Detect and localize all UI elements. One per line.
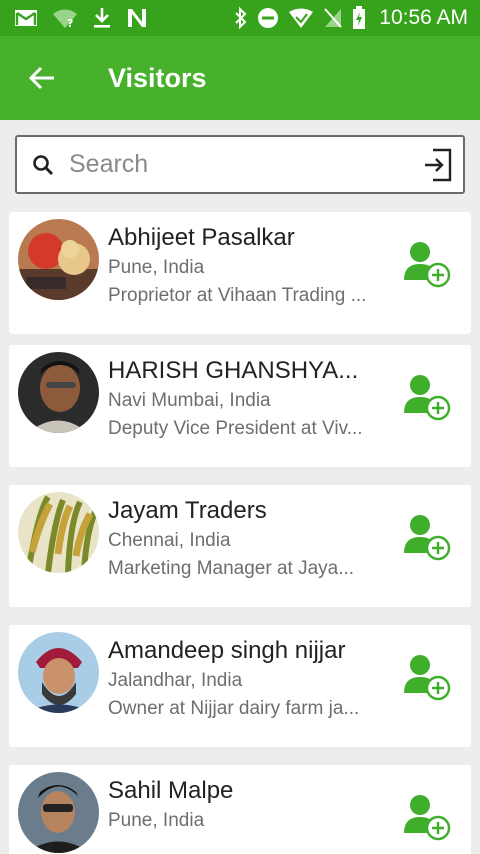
- status-time: 10:56 AM: [379, 6, 468, 29]
- visitor-location: Pune, India: [108, 810, 205, 831]
- visitor-location: Navi Mumbai, India: [108, 390, 271, 411]
- add-contact-button[interactable]: [403, 793, 453, 843]
- wifi-unknown-icon: ?: [52, 8, 78, 28]
- avatar: [18, 772, 99, 853]
- gmail-icon: [14, 9, 38, 27]
- visitor-card[interactable]: HARISH GHANSHYA... Navi Mumbai, India De…: [9, 345, 471, 467]
- search-input[interactable]: [69, 137, 413, 192]
- visitor-list: Abhijeet Pasalkar Pune, India Proprietor…: [0, 212, 480, 854]
- battery-charging-icon: [352, 6, 366, 30]
- add-contact-icon: [404, 515, 451, 561]
- visitor-card[interactable]: Sahil Malpe Pune, India: [9, 765, 471, 854]
- visitor-title: Proprietor at Vihaan Trading ...: [108, 285, 367, 306]
- app-bar: Visitors: [0, 36, 480, 120]
- avatar: [18, 219, 99, 300]
- visitor-card[interactable]: Abhijeet Pasalkar Pune, India Proprietor…: [9, 212, 471, 334]
- add-contact-button[interactable]: [403, 240, 453, 290]
- svg-text:?: ?: [67, 17, 73, 28]
- bluetooth-icon: [234, 7, 248, 29]
- avatar: [18, 632, 99, 713]
- add-contact-button[interactable]: [403, 653, 453, 703]
- visitor-title: Owner at Nijjar dairy farm ja...: [108, 698, 360, 719]
- no-sim-icon: [323, 7, 343, 29]
- arrow-back-icon: [28, 66, 54, 90]
- avatar: [18, 352, 99, 433]
- back-button[interactable]: [0, 36, 84, 120]
- visitor-location: Jalandhar, India: [108, 670, 243, 691]
- visitor-name: HARISH GHANSHYA...: [108, 357, 359, 384]
- n-app-icon: [126, 8, 148, 28]
- visitor-name: Sahil Malpe: [108, 777, 234, 804]
- dnd-icon: [257, 7, 279, 29]
- add-contact-icon: [404, 242, 451, 288]
- visitor-title: Deputy Vice President at Viv...: [108, 418, 363, 439]
- signal-icon: [288, 8, 314, 28]
- search-box: [15, 135, 465, 194]
- visitor-location: Pune, India: [108, 257, 205, 278]
- add-contact-icon: [404, 375, 451, 421]
- visitor-card[interactable]: Jayam Traders Chennai, India Marketing M…: [9, 485, 471, 607]
- visitor-name: Jayam Traders: [108, 497, 267, 524]
- add-contact-button[interactable]: [403, 513, 453, 563]
- add-contact-button[interactable]: [403, 373, 453, 423]
- visitor-card[interactable]: Amandeep singh nijjar Jalandhar, India O…: [9, 625, 471, 747]
- login-icon[interactable]: [413, 148, 463, 182]
- search-icon: [17, 153, 69, 177]
- avatar: [18, 492, 99, 573]
- download-icon: [92, 7, 112, 29]
- status-bar: ? 10:56 AM: [0, 0, 480, 36]
- add-contact-icon: [404, 795, 451, 841]
- add-contact-icon: [404, 655, 451, 701]
- page-title: Visitors: [108, 62, 207, 93]
- visitor-title: Marketing Manager at Jaya...: [108, 558, 355, 579]
- visitor-name: Amandeep singh nijjar: [108, 637, 346, 664]
- visitor-name: Abhijeet Pasalkar: [108, 224, 295, 251]
- visitor-location: Chennai, India: [108, 530, 231, 551]
